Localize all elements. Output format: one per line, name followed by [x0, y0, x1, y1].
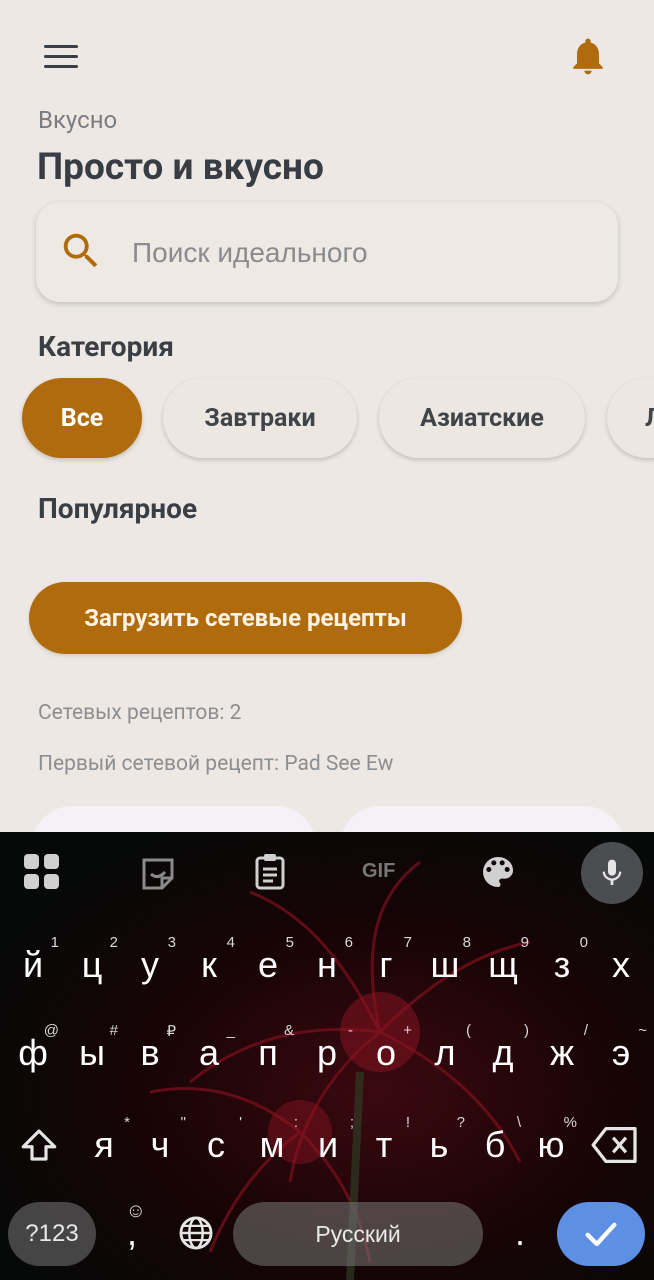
shift-key[interactable] — [6, 1110, 72, 1180]
key[interactable]: щ9 — [473, 930, 533, 1000]
soft-keyboard: GIF й1 ц2 у3 к4 е5 н6 г7 ш8 щ9 з0 х ф @ ы… — [0, 832, 654, 1280]
key[interactable]: г7 — [356, 930, 416, 1000]
backspace-icon — [591, 1127, 637, 1163]
key[interactable]: в ₽ — [120, 1018, 180, 1088]
app-subtitle: Вкусно — [38, 106, 118, 134]
gif-icon[interactable]: GIF — [362, 860, 395, 883]
key[interactable]: ь? — [409, 1110, 469, 1180]
key[interactable]: з0 — [532, 930, 592, 1000]
recipe-card[interactable] — [32, 806, 316, 832]
key[interactable]: п & — [238, 1018, 298, 1088]
comma-key[interactable]: , ☺ — [104, 1198, 160, 1268]
chip-all[interactable]: Все — [22, 378, 142, 458]
shift-icon — [21, 1129, 57, 1161]
key[interactable]: ж / — [532, 1018, 592, 1088]
first-recipe-text: Первый сетевой рецепт: Pad See Ew — [38, 752, 394, 776]
search-input[interactable] — [130, 230, 574, 276]
key[interactable]: ц2 — [62, 930, 122, 1000]
key[interactable]: т! — [354, 1110, 414, 1180]
search-bar[interactable] — [36, 202, 618, 302]
category-chips: Все Завтраки Азиатские Л — [0, 378, 654, 460]
language-switch-key[interactable] — [166, 1198, 226, 1268]
sticker-icon[interactable] — [138, 854, 178, 894]
mic-icon — [602, 859, 622, 885]
chip-partial[interactable]: Л — [607, 378, 654, 458]
key[interactable]: б \ — [465, 1110, 525, 1180]
clipboard-icon[interactable] — [250, 852, 290, 892]
backspace-key[interactable] — [584, 1110, 646, 1180]
category-heading: Категория — [38, 330, 174, 363]
space-bar[interactable]: Русский — [233, 1202, 483, 1266]
key[interactable]: м: — [242, 1110, 302, 1180]
load-network-recipes-button[interactable]: Загрузить сетевые рецепты — [29, 582, 462, 654]
period-key[interactable]: . — [492, 1198, 548, 1268]
search-icon — [63, 233, 98, 268]
symbols-key[interactable]: ?123 — [8, 1202, 96, 1266]
key[interactable]: у3 — [120, 930, 180, 1000]
key[interactable]: ф @ — [3, 1018, 63, 1088]
key[interactable]: с ' — [186, 1110, 246, 1180]
popular-heading: Популярное — [38, 492, 198, 525]
chip-breakfast[interactable]: Завтраки — [163, 378, 357, 458]
key[interactable]: й1 — [3, 930, 63, 1000]
emoji-icon: ☺ — [125, 1200, 146, 1222]
globe-icon — [179, 1216, 213, 1250]
checkmark-icon — [585, 1222, 617, 1247]
key[interactable]: е5 — [238, 930, 298, 1000]
bell-icon[interactable] — [566, 34, 610, 78]
apps-grid-icon[interactable] — [22, 852, 62, 892]
key[interactable]: р- — [297, 1018, 357, 1088]
key[interactable]: л( — [415, 1018, 475, 1088]
network-count-text: Сетевых рецептов: 2 — [38, 701, 242, 725]
key[interactable]: я * — [74, 1110, 134, 1180]
menu-icon[interactable] — [44, 36, 88, 76]
page-title: Просто и вкусно — [37, 146, 324, 189]
key[interactable]: а _ — [179, 1018, 239, 1088]
key[interactable]: ы # — [62, 1018, 122, 1088]
mic-button[interactable] — [581, 842, 643, 904]
key[interactable]: ч " — [130, 1110, 190, 1180]
key[interactable]: и; — [298, 1110, 358, 1180]
key[interactable]: д) — [473, 1018, 533, 1088]
recipe-app-screen: Вкусно Просто и вкусно Категория Все Зав… — [0, 0, 654, 832]
key[interactable]: ю% — [521, 1110, 581, 1180]
recipe-card[interactable] — [340, 806, 624, 832]
palette-icon[interactable] — [478, 852, 518, 892]
key[interactable]: к4 — [179, 930, 239, 1000]
key[interactable]: э ~ — [591, 1018, 651, 1088]
enter-key[interactable] — [557, 1202, 645, 1266]
key[interactable]: о + — [356, 1018, 416, 1088]
key[interactable]: н6 — [297, 930, 357, 1000]
key[interactable]: х — [591, 930, 651, 1000]
key[interactable]: ш8 — [415, 930, 475, 1000]
chip-asian[interactable]: Азиатские — [379, 378, 585, 458]
